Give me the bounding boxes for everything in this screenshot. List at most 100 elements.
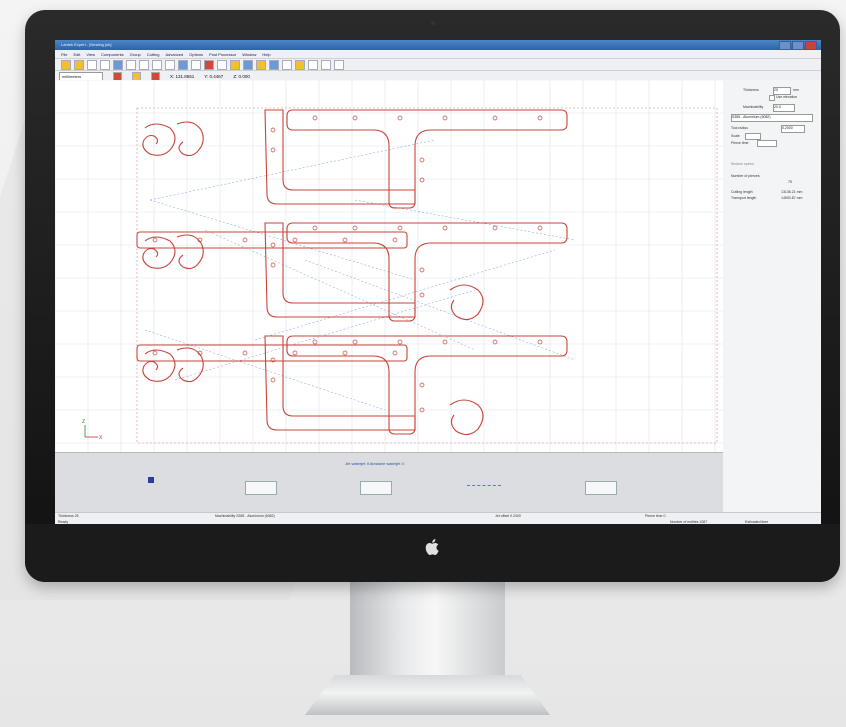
blue-square-icon[interactable]: [148, 477, 154, 483]
menu-edit[interactable]: Edit: [73, 52, 80, 57]
long-bar-part: [136, 231, 408, 249]
lead-in-icon[interactable]: [295, 59, 305, 70]
part-hole: [270, 147, 276, 153]
part-holes: [152, 115, 543, 413]
part-hole: [342, 350, 348, 356]
path-wave-icon[interactable]: [467, 485, 501, 489]
zoom-in-icon[interactable]: [126, 59, 136, 70]
hook-part-right: [449, 284, 484, 321]
part-hole: [312, 225, 318, 231]
report-icon[interactable]: [308, 59, 318, 70]
close-button[interactable]: [805, 41, 817, 50]
sheet-icon[interactable]: [243, 59, 253, 70]
zoom-out-icon[interactable]: [139, 59, 149, 70]
redo-icon[interactable]: [217, 59, 227, 70]
pierce-field[interactable]: [757, 140, 777, 147]
zoom-window-icon[interactable]: [152, 59, 162, 70]
cut-path-icon[interactable]: [282, 59, 292, 70]
part-hole: [442, 225, 448, 231]
part-hole: [537, 115, 543, 121]
save-icon[interactable]: [74, 59, 84, 70]
app-screen: Lantek Expert - [Nesting job] File Edit …: [55, 40, 821, 532]
coord-z: Z: 0.000: [233, 73, 250, 79]
menu-view[interactable]: View: [86, 52, 95, 57]
grid-icon[interactable]: [334, 59, 344, 70]
window-titlebar: Lantek Expert - [Nesting job]: [55, 40, 821, 50]
part-hole: [537, 225, 543, 231]
maximize-button[interactable]: [792, 41, 804, 50]
menu-components[interactable]: Components: [101, 52, 124, 57]
part-hole: [392, 237, 398, 243]
status-machinability: Machinability S355 - Aluminium (6082): [215, 514, 275, 518]
part-hole: [270, 262, 276, 268]
part-hole: [312, 115, 318, 121]
machinability-label: Machinability: [743, 105, 764, 109]
menu-advanced[interactable]: Advanced: [165, 52, 183, 57]
zoom-all-icon[interactable]: [165, 59, 175, 70]
nest-icon[interactable]: [230, 59, 240, 70]
l-bracket-part: [286, 222, 568, 322]
svg-text:X: X: [99, 435, 103, 441]
part-hole: [352, 115, 358, 121]
monitor-chin: [25, 524, 840, 582]
open-icon[interactable]: [61, 59, 71, 70]
menu-postprocessor[interactable]: Post Processor: [209, 52, 236, 57]
part-hole: [419, 292, 425, 298]
gauge-icon[interactable]: [360, 481, 392, 495]
apple-logo: [425, 539, 439, 555]
dock-title: Jet waterjet II Abrasive waterjet II: [345, 461, 404, 466]
menu-window[interactable]: Window: [242, 52, 256, 57]
select-icon[interactable]: [113, 59, 123, 70]
part-hole: [242, 350, 248, 356]
parts-icon[interactable]: [256, 59, 266, 70]
hook-part: [142, 347, 204, 383]
material-select[interactable]: S355 - Aluminium (6082): [731, 114, 813, 122]
pierces-label: Number of pierces: [731, 174, 760, 178]
menu-file[interactable]: File: [61, 52, 67, 57]
scale-field[interactable]: [745, 133, 761, 140]
pierce-label: Pierce time: [731, 141, 749, 145]
menu-options[interactable]: Options: [189, 52, 203, 57]
hook-part-right: [449, 399, 484, 436]
tool-radius-field[interactable]: 0.2000: [781, 125, 805, 133]
help-icon[interactable]: [100, 59, 110, 70]
properties-panel: Thickness 25 mm Use elevation Machinabil…: [723, 80, 821, 522]
window-controls: [779, 41, 817, 50]
part-hole: [352, 339, 358, 345]
tool-radius-label: Tool radius: [731, 126, 748, 130]
lead-tool-icon[interactable]: [585, 481, 617, 495]
status-pierce-time: Pierce time 0: [645, 514, 666, 518]
minimize-button[interactable]: [779, 41, 791, 50]
main-toolbar: [55, 59, 821, 71]
measure-icon[interactable]: [191, 59, 201, 70]
menu-help[interactable]: Help: [262, 52, 270, 57]
machinability-field[interactable]: 20.0: [773, 104, 795, 112]
window-title: Lantek Expert - [Nesting job]: [61, 42, 112, 47]
part-hole: [397, 115, 403, 121]
undo-icon[interactable]: [204, 59, 214, 70]
part-hole: [442, 339, 448, 345]
waterjet-head-icon[interactable]: [245, 481, 277, 495]
axis-indicator: Z X: [82, 419, 103, 441]
status-thickness: Thickness 25: [58, 514, 79, 518]
part-hole: [492, 339, 498, 345]
pan-icon[interactable]: [178, 59, 188, 70]
part-hole: [492, 225, 498, 231]
menu-cutting[interactable]: Cutting: [147, 52, 160, 57]
use-elevation-checkbox[interactable]: [769, 95, 775, 101]
menu-group[interactable]: Group: [130, 52, 141, 57]
print-icon[interactable]: [87, 59, 97, 70]
l-bracket-part: [286, 109, 568, 209]
part-hole: [292, 350, 298, 356]
nesting-drawing: Z X: [55, 79, 723, 475]
hook-part: [142, 121, 204, 157]
scale-label: Scale: [731, 134, 740, 138]
part-hole: [419, 267, 425, 273]
thickness-field[interactable]: 25: [773, 87, 791, 95]
part-hole: [392, 350, 398, 356]
layout-icon[interactable]: [321, 59, 331, 70]
simulate-icon[interactable]: [269, 59, 279, 70]
nesting-canvas[interactable]: Z X: [55, 79, 724, 475]
part-hole: [442, 115, 448, 121]
reduce-speed-label: Reduce speed: [731, 162, 754, 166]
